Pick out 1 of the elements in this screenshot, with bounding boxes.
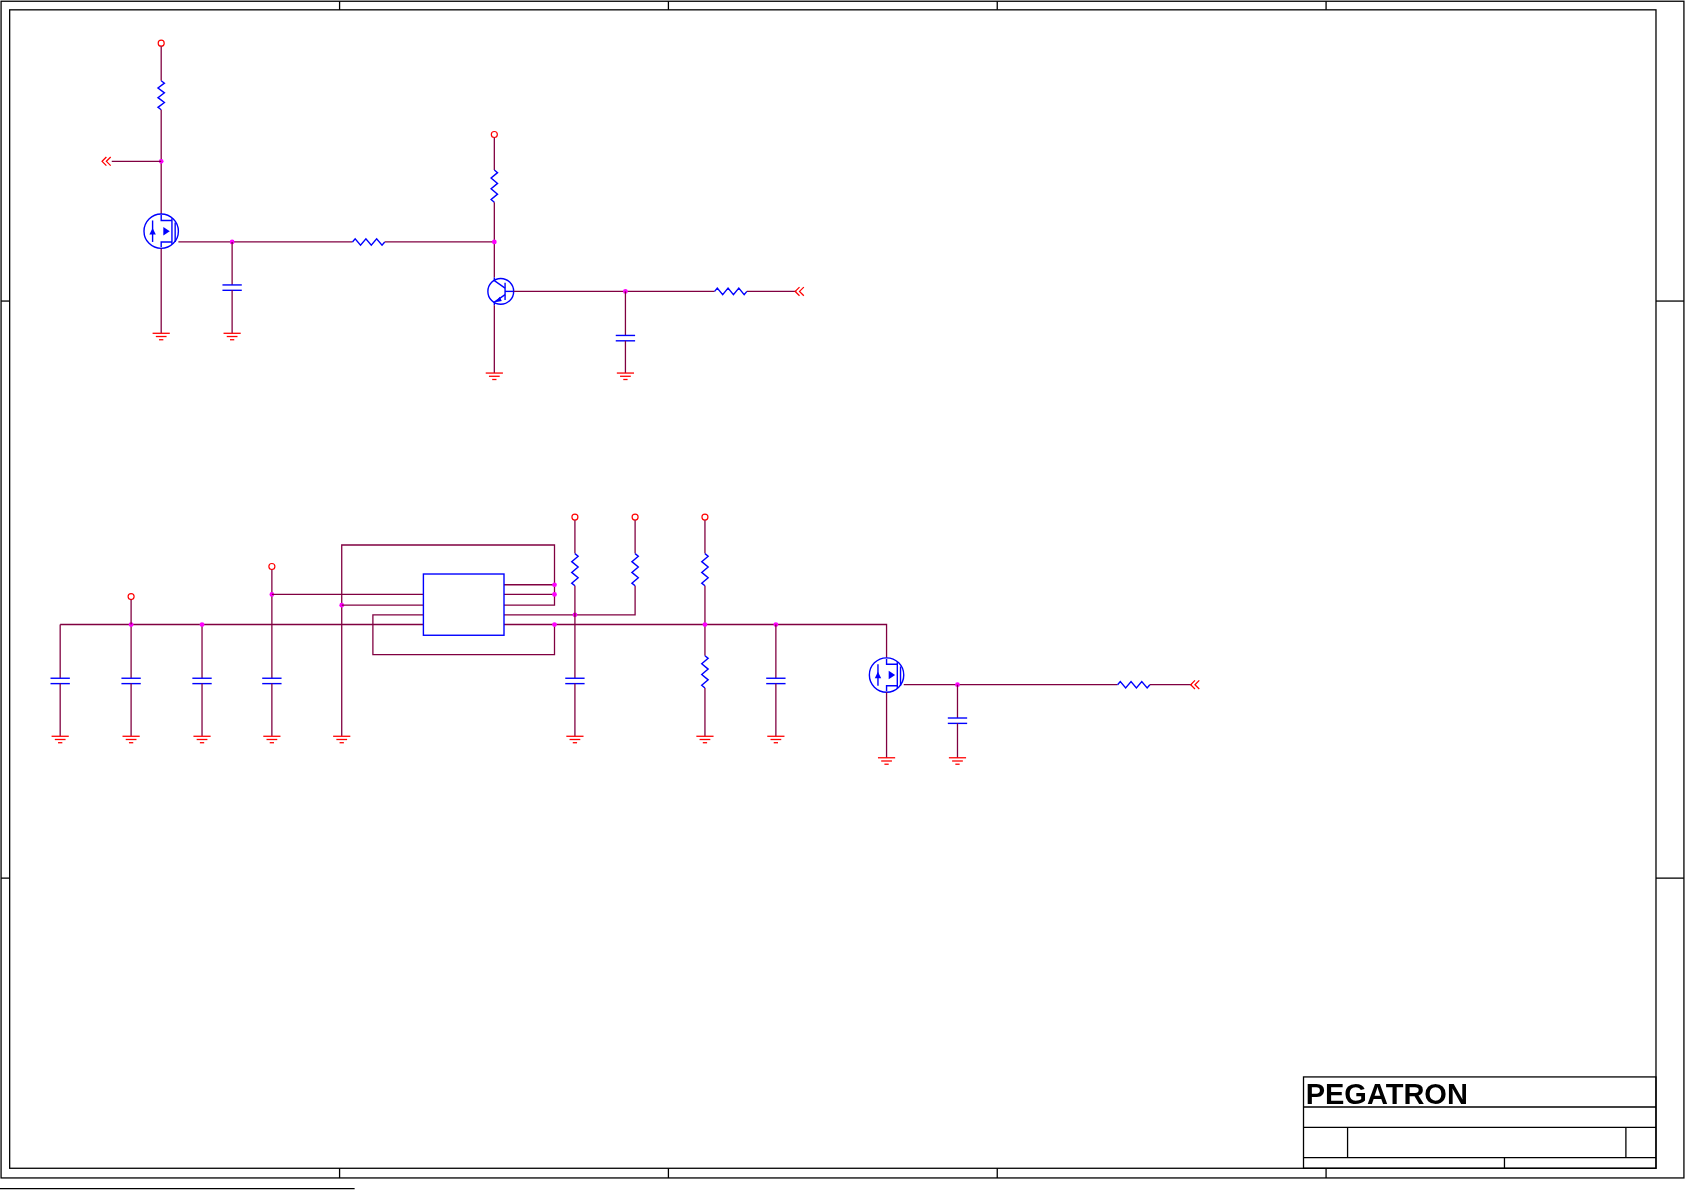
company-logo: PEGATRON <box>1305 1077 1468 1110</box>
